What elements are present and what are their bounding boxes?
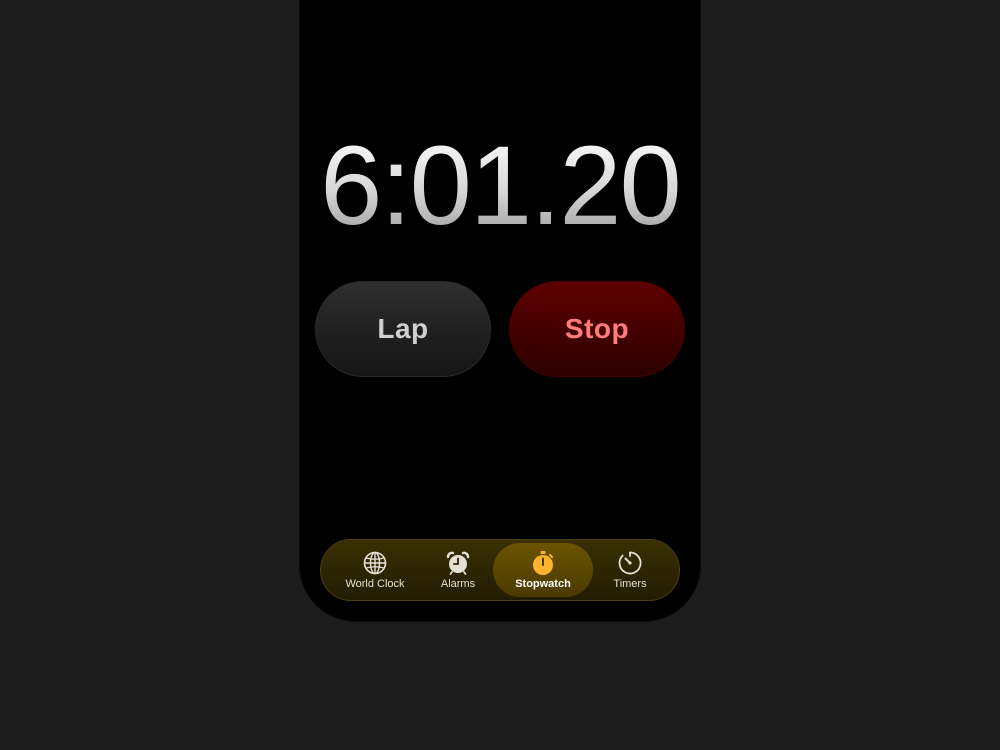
stopwatch-icon xyxy=(533,551,553,575)
tab-world-clock[interactable]: World Clock xyxy=(329,543,421,597)
tab-bar: World Clock Alarms Stopwatch Timers xyxy=(320,539,680,601)
timer-icon xyxy=(618,551,642,575)
stop-button[interactable]: Stop xyxy=(509,281,685,377)
alarm-clock-icon xyxy=(446,551,470,575)
tab-alarms[interactable]: Alarms xyxy=(421,543,495,597)
phone-screen: 6:01.20 Lap Stop World Clock Alarms Stop… xyxy=(300,0,700,621)
lap-button-label: Lap xyxy=(377,313,429,344)
globe-icon xyxy=(363,551,387,575)
stopwatch-time-display: 6:01.20 xyxy=(300,130,700,242)
tab-stopwatch-label: Stopwatch xyxy=(515,578,571,590)
tab-alarms-label: Alarms xyxy=(440,578,476,590)
stop-button-label: Stop xyxy=(564,313,630,344)
tab-world-clock-label: World Clock xyxy=(345,578,405,590)
tab-timers-label: Timers xyxy=(613,578,647,590)
tab-stopwatch[interactable]: Stopwatch xyxy=(493,543,593,597)
lap-button[interactable]: Lap xyxy=(315,281,491,377)
tab-timers[interactable]: Timers xyxy=(593,543,667,597)
